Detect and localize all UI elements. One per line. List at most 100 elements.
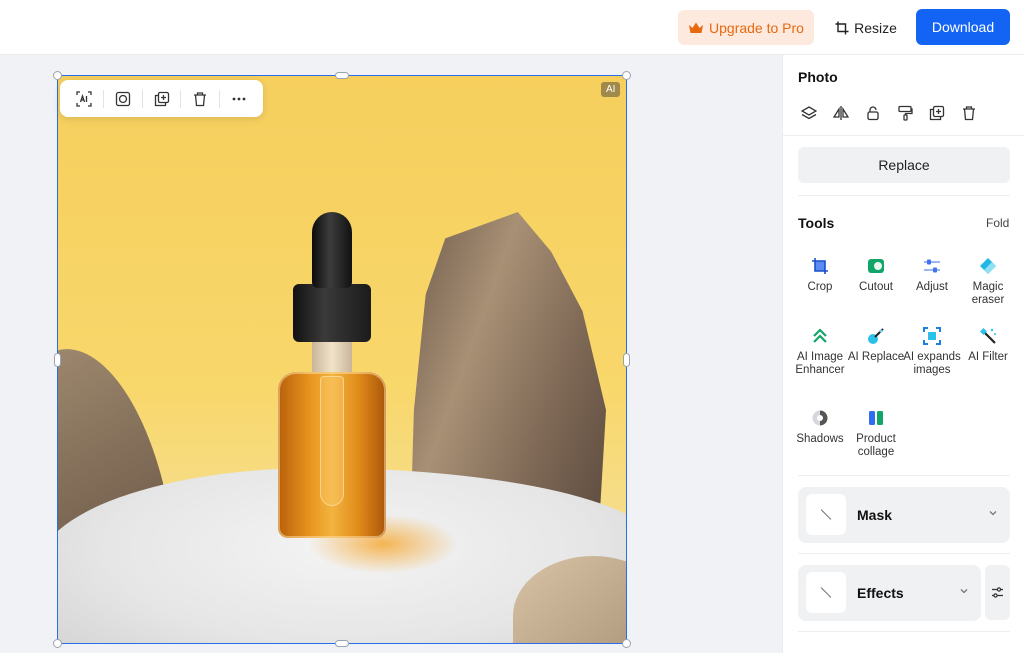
lock-icon <box>867 106 879 121</box>
floating-toolbar <box>60 80 263 117</box>
duplicate-icon <box>929 105 945 121</box>
resize-handle-tl[interactable] <box>53 71 62 80</box>
ai-text-button[interactable] <box>70 85 98 113</box>
tool-label: Magic eraser <box>971 281 1005 306</box>
tool-ai-expands-images[interactable]: AI expands images <box>903 325 961 376</box>
tool-crop[interactable]: Crop <box>791 255 849 294</box>
enhancer-icon <box>809 325 831 347</box>
resize-handle-bl[interactable] <box>53 639 62 648</box>
tool-label: Crop <box>807 281 833 293</box>
properties-panel: Photo Replace Tools Fold Crop Cutout Adj… <box>782 55 1024 653</box>
tool-label: Adjust <box>916 281 948 293</box>
tool-magic-eraser[interactable]: Magic eraser <box>959 255 1017 306</box>
divider <box>798 631 1010 632</box>
ai-text-icon <box>76 90 92 107</box>
ai-filter-icon <box>977 325 999 347</box>
pipette <box>320 376 344 506</box>
tools-title: Tools <box>798 215 835 231</box>
resize-handle-right[interactable] <box>623 353 630 367</box>
separator <box>180 89 182 108</box>
magic-eraser-icon <box>977 255 999 277</box>
cutout-icon <box>865 255 887 277</box>
tool-cutout[interactable]: Cutout <box>847 255 905 294</box>
effects-label: Effects <box>857 585 904 601</box>
effects-section[interactable]: Effects <box>798 565 981 621</box>
bottle-cap <box>293 284 371 342</box>
tool-ai-image-enhancer[interactable]: AI Image Enhancer <box>791 325 849 376</box>
fold-button[interactable]: Fold <box>986 216 1009 230</box>
effects-thumbnail <box>806 572 846 613</box>
tool-ai-replace[interactable]: AI Replace <box>847 325 905 364</box>
duplicate-photo-button[interactable] <box>926 102 948 124</box>
crop-icon <box>809 255 831 277</box>
tool-product-collage[interactable]: Product collage <box>847 407 905 458</box>
paint-roller-icon <box>898 105 913 121</box>
mask-thumbnail <box>806 494 846 535</box>
crown-icon <box>689 22 704 33</box>
ai-replace-icon <box>865 325 887 347</box>
photo-actions <box>798 102 980 124</box>
tool-label: Product collage <box>856 433 896 458</box>
upgrade-to-pro-button[interactable]: Upgrade to Pro <box>678 10 814 45</box>
frame-button[interactable] <box>109 85 137 113</box>
top-bar: Upgrade to Pro Resize Download <box>0 0 1024 55</box>
adjust-icon <box>921 255 943 277</box>
resize-icon <box>835 21 849 34</box>
panel-title: Photo <box>798 69 838 85</box>
bottle-neck <box>312 342 352 376</box>
resize-button[interactable]: Resize <box>830 10 902 45</box>
more-button[interactable] <box>225 85 253 113</box>
trash-icon <box>194 91 207 106</box>
resize-handle-top[interactable] <box>335 72 349 79</box>
expand-icon <box>921 325 943 347</box>
resize-handle-br[interactable] <box>622 639 631 648</box>
tool-label: AI Filter <box>968 351 1008 363</box>
more-icon <box>232 97 246 100</box>
layers-button[interactable] <box>798 102 820 124</box>
tool-label: AI expands images <box>903 351 961 376</box>
trash-icon <box>963 106 975 121</box>
upgrade-label: Upgrade to Pro <box>709 19 804 36</box>
layers-icon <box>801 106 817 120</box>
duplicate-icon <box>154 91 169 106</box>
chevron-down-icon <box>960 589 968 594</box>
mask-label: Mask <box>857 507 893 523</box>
collage-icon <box>865 407 887 429</box>
delete-photo-button[interactable] <box>958 102 980 124</box>
flip-button[interactable] <box>830 102 852 124</box>
divider <box>798 195 1010 196</box>
separator <box>102 89 104 108</box>
tool-label: AI Image Enhancer <box>795 351 845 376</box>
download-label: Download <box>931 19 995 35</box>
effects-settings-button[interactable] <box>985 565 1010 620</box>
replace-label: Replace <box>878 157 930 173</box>
chevron-down-icon <box>989 511 997 516</box>
resize-handle-bottom[interactable] <box>335 640 349 647</box>
lock-button[interactable] <box>862 102 884 124</box>
frame-icon <box>115 91 130 106</box>
divider <box>798 475 1010 476</box>
dropper-bulb <box>312 212 352 288</box>
tool-label: Cutout <box>859 281 893 293</box>
tool-adjust[interactable]: Adjust <box>903 255 961 294</box>
resize-handle-left[interactable] <box>54 353 61 367</box>
divider <box>798 553 1010 554</box>
sliders-icon <box>992 587 1003 598</box>
product-photo[interactable] <box>58 76 626 643</box>
tool-shadows[interactable]: Shadows <box>791 407 849 446</box>
flip-icon <box>833 106 849 120</box>
divider <box>783 135 1024 136</box>
separator <box>219 89 221 108</box>
delete-button[interactable] <box>186 85 214 113</box>
resize-label: Resize <box>854 19 897 36</box>
mask-section[interactable]: Mask <box>798 487 1010 543</box>
download-button[interactable]: Download <box>916 9 1010 45</box>
duplicate-button[interactable] <box>148 85 176 113</box>
style-paint-button[interactable] <box>894 102 916 124</box>
ai-badge: AI <box>601 82 621 97</box>
resize-handle-tr[interactable] <box>622 71 631 80</box>
shadows-icon <box>809 407 831 429</box>
tool-ai-filter[interactable]: AI Filter <box>959 325 1017 364</box>
replace-button[interactable]: Replace <box>798 147 1010 183</box>
tool-label: Shadows <box>796 433 844 445</box>
